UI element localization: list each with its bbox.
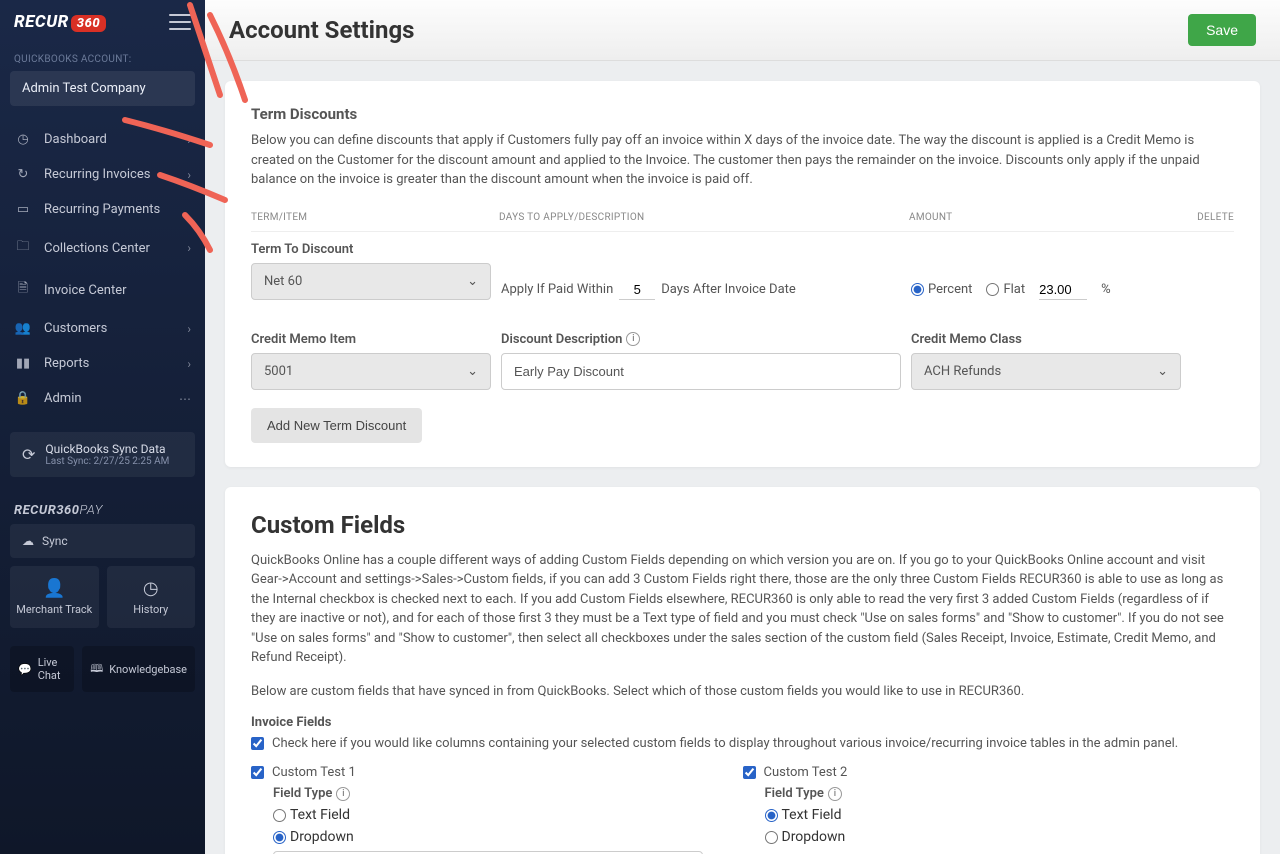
info-icon[interactable]: i <box>336 787 350 801</box>
term-to-discount-label: Term To Discount <box>251 242 491 257</box>
topbar: Account Settings Save <box>205 0 1280 61</box>
chevron-right-icon: › <box>187 133 191 147</box>
field-type-label-1: Field Type i <box>273 786 743 801</box>
credit-memo-class-label: Credit Memo Class <box>911 332 1181 347</box>
logo: RECUR360 <box>14 12 106 32</box>
sidebar-item-dashboard[interactable]: ◷ Dashboard › <box>0 122 205 157</box>
chevron-right-icon: › <box>187 168 191 182</box>
cloud-icon: ☁ <box>22 534 34 548</box>
amount-input[interactable] <box>1039 280 1087 300</box>
nav-icon: 🗀 <box>14 237 32 259</box>
chevron-down-icon: ⌄ <box>1157 364 1168 379</box>
knowledgebase-link[interactable]: 🕮 Knowledgebase <box>82 646 195 692</box>
quickbooks-account-label: QUICKBOOKS ACCOUNT: <box>0 44 205 71</box>
custom-fields-p2: Below are custom fields that have synced… <box>251 682 1234 702</box>
nav-label: Recurring Payments <box>44 202 160 217</box>
invoice-fields-label: Invoice Fields <box>251 715 1234 730</box>
hamburger-icon[interactable] <box>169 14 191 30</box>
page-title: Account Settings <box>229 16 414 44</box>
chevron-right-icon: › <box>187 357 191 371</box>
flat-radio[interactable]: Flat <box>986 282 1025 297</box>
account-name: Admin Test Company <box>22 81 146 96</box>
nav-icon: ↻ <box>14 167 32 182</box>
nav-icon: 🗎 <box>14 279 32 301</box>
sidebar-item-reports[interactable]: ▮▮ Reports › <box>0 346 205 381</box>
header-desc: DAYS TO APPLY/DESCRIPTION <box>499 212 909 223</box>
sidebar-item-recurring-payments[interactable]: ▭ Recurring Payments <box>0 192 205 227</box>
quickbooks-sync-box[interactable]: ⟳ QuickBooks Sync Data Last Sync: 2/27/2… <box>10 432 195 477</box>
nav-label: Admin <box>44 391 82 406</box>
sync-title: QuickBooks Sync Data <box>45 442 169 456</box>
person-icon: 👤 <box>16 578 93 599</box>
cf1-text-field-radio[interactable]: Text Field <box>273 807 743 823</box>
custom-test-1-checkbox[interactable]: Custom Test 1 <box>251 765 743 780</box>
more-icon: ⋯ <box>179 392 191 406</box>
clock-icon: ◷ <box>113 578 190 599</box>
nav-label: Customers <box>44 321 107 336</box>
account-selector[interactable]: Admin Test Company <box>10 71 195 106</box>
chevron-down-icon: ⌄ <box>467 364 478 379</box>
chevron-down-icon: ⌄ <box>467 274 478 289</box>
custom-fields-card: Custom Fields QuickBooks Online has a co… <box>225 487 1260 854</box>
custom-test-2-checkbox[interactable]: Custom Test 2 <box>743 765 1235 780</box>
chevron-right-icon: › <box>187 241 191 255</box>
apply-days-input[interactable] <box>619 280 655 300</box>
pay-sync-button[interactable]: ☁ Sync <box>10 524 195 558</box>
nav: ◷ Dashboard › ↻ Recurring Invoices › ▭ Recurrin… <box>0 122 205 416</box>
chat-icon: 💬 <box>18 663 32 676</box>
term-discounts-intro: Below you can define discounts that appl… <box>251 131 1234 190</box>
sync-icon: ⟳ <box>22 445 35 464</box>
book-icon: 🕮 <box>90 660 103 679</box>
chevron-right-icon: › <box>187 322 191 336</box>
history-tile[interactable]: ◷ History <box>107 566 196 628</box>
add-term-discount-button[interactable]: Add New Term Discount <box>251 408 422 443</box>
term-discounts-heading: Term Discounts <box>251 105 1234 123</box>
info-icon[interactable]: i <box>828 787 842 801</box>
nav-icon: ▭ <box>14 202 32 217</box>
merchant-track-tile[interactable]: 👤 Merchant Track <box>10 566 99 628</box>
nav-icon: 🔒 <box>14 391 32 406</box>
percent-sign: % <box>1101 282 1111 297</box>
nav-label: Reports <box>44 356 89 371</box>
header-term: TERM/ITEM <box>251 212 499 223</box>
sync-subtitle: Last Sync: 2/27/25 2:25 AM <box>45 456 169 467</box>
cf2-dropdown-radio[interactable]: Dropdown <box>765 829 1235 845</box>
cf1-dropdown-radio[interactable]: Dropdown <box>273 829 743 845</box>
header-amount: AMOUNT <box>909 212 1174 223</box>
credit-memo-class-select[interactable]: ACH Refunds ⌄ <box>911 353 1181 390</box>
term-discounts-card: Term Discounts Below you can define disc… <box>225 81 1260 467</box>
nav-icon: 👥 <box>14 321 32 336</box>
header-delete: DELETE <box>1174 212 1234 223</box>
apply-suffix: Days After Invoice Date <box>661 282 796 297</box>
sidebar-item-recurring-invoices[interactable]: ↻ Recurring Invoices › <box>0 157 205 192</box>
display-columns-checkbox[interactable]: Check here if you would like columns con… <box>251 736 1234 751</box>
custom-fields-heading: Custom Fields <box>251 511 1234 539</box>
sidebar: RECUR360 QUICKBOOKS ACCOUNT: Admin Test … <box>0 0 205 854</box>
field-type-label-2: Field Type i <box>765 786 1235 801</box>
cf2-text-field-radio[interactable]: Text Field <box>765 807 1235 823</box>
sidebar-item-customers[interactable]: 👥 Customers › <box>0 311 205 346</box>
apply-prefix: Apply If Paid Within <box>501 282 613 297</box>
sidebar-item-collections-center[interactable]: 🗀 Collections Center › <box>0 227 205 269</box>
custom-fields-p1: QuickBooks Online has a couple different… <box>251 551 1234 668</box>
sidebar-item-invoice-center[interactable]: 🗎 Invoice Center <box>0 269 205 311</box>
nav-icon: ◷ <box>14 132 32 147</box>
save-button[interactable]: Save <box>1188 14 1256 46</box>
term-to-discount-select[interactable]: Net 60 ⌄ <box>251 263 491 300</box>
info-icon[interactable]: i <box>626 332 640 346</box>
credit-memo-item-label: Credit Memo Item <box>251 332 491 347</box>
nav-label: Collections Center <box>44 241 150 256</box>
nav-label: Invoice Center <box>44 283 127 298</box>
nav-label: Dashboard <box>44 132 107 147</box>
discount-description-input[interactable] <box>501 353 901 390</box>
live-chat-link[interactable]: 💬 Live Chat <box>10 646 74 692</box>
nav-label: Recurring Invoices <box>44 167 150 182</box>
credit-memo-item-select[interactable]: 5001 ⌄ <box>251 353 491 390</box>
recur360pay-label: RECUR360PAY <box>10 497 195 524</box>
nav-icon: ▮▮ <box>14 356 32 371</box>
percent-radio[interactable]: Percent <box>911 282 972 297</box>
discount-description-label: Discount Description i <box>501 332 901 347</box>
sidebar-item-admin[interactable]: 🔒 Admin ⋯ <box>0 381 205 416</box>
